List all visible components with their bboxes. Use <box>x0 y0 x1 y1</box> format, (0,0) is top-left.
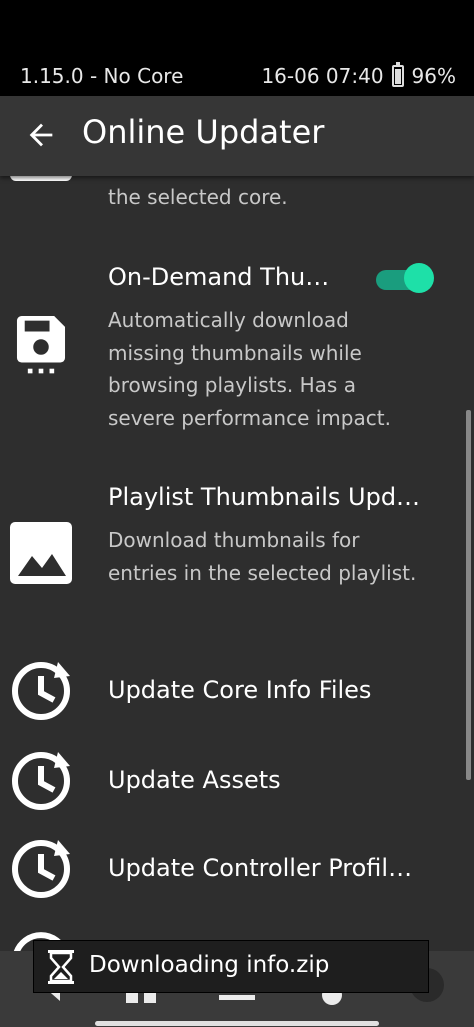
list-item-desc: Automatically download missing thumbnail… <box>108 308 391 430</box>
download-toast: Downloading info.zip <box>33 940 429 993</box>
status-datetime: 16-06 07:40 <box>261 64 384 88</box>
list-item-desc: Download thumbnails for entries in the s… <box>108 528 417 585</box>
list-item-playlist-thumbnails[interactable]: Playlist Thumbnails Upd… Download thumbn… <box>0 476 474 626</box>
battery-percent: 96% <box>411 64 456 88</box>
floppy-disk-icon <box>10 176 72 181</box>
list-item-title: Playlist Thumbnails Upd… <box>108 483 421 511</box>
arrow-back-icon[interactable] <box>24 118 58 152</box>
list-item-title: Update Controller Profil… <box>108 854 413 882</box>
scrollbar[interactable] <box>466 410 471 780</box>
list-item-update-controller-profiles[interactable]: Update Controller Profil… <box>0 824 474 912</box>
toast-text: Downloading info.zip <box>89 952 330 978</box>
list-item-update-assets[interactable]: Update Assets <box>0 736 474 824</box>
settings-list: the selected core. On-Demand Thu… Automa… <box>0 176 474 951</box>
page-title: Online Updater <box>82 113 325 151</box>
list-item-desc: the selected core. <box>108 185 288 209</box>
list-item-on-demand-thumbnails[interactable]: On-Demand Thu… Automatically download mi… <box>0 256 474 446</box>
home-indicator[interactable] <box>95 1021 379 1026</box>
hourglass-icon <box>48 950 74 984</box>
on-demand-toggle[interactable] <box>376 263 436 293</box>
list-item-select-core-partial[interactable]: the selected core. <box>0 176 474 226</box>
battery-icon <box>391 62 404 87</box>
status-right: 16-06 07:40 96% <box>261 62 456 88</box>
history-icon <box>12 840 70 898</box>
app-bar: Online Updater <box>0 96 474 176</box>
history-icon <box>12 662 70 720</box>
floppy-disk-icon <box>16 316 66 374</box>
status-bar: 1.15.0 - No Core 16-06 07:40 96% <box>0 0 474 96</box>
list-item-title: Update Core Info Files <box>108 676 372 704</box>
status-left-text: 1.15.0 - No Core <box>20 64 184 88</box>
list-item-title: Update Assets <box>108 766 281 794</box>
list-item-update-core-info[interactable]: Update Core Info Files <box>0 646 474 734</box>
history-icon <box>12 752 70 810</box>
image-icon <box>10 522 72 584</box>
